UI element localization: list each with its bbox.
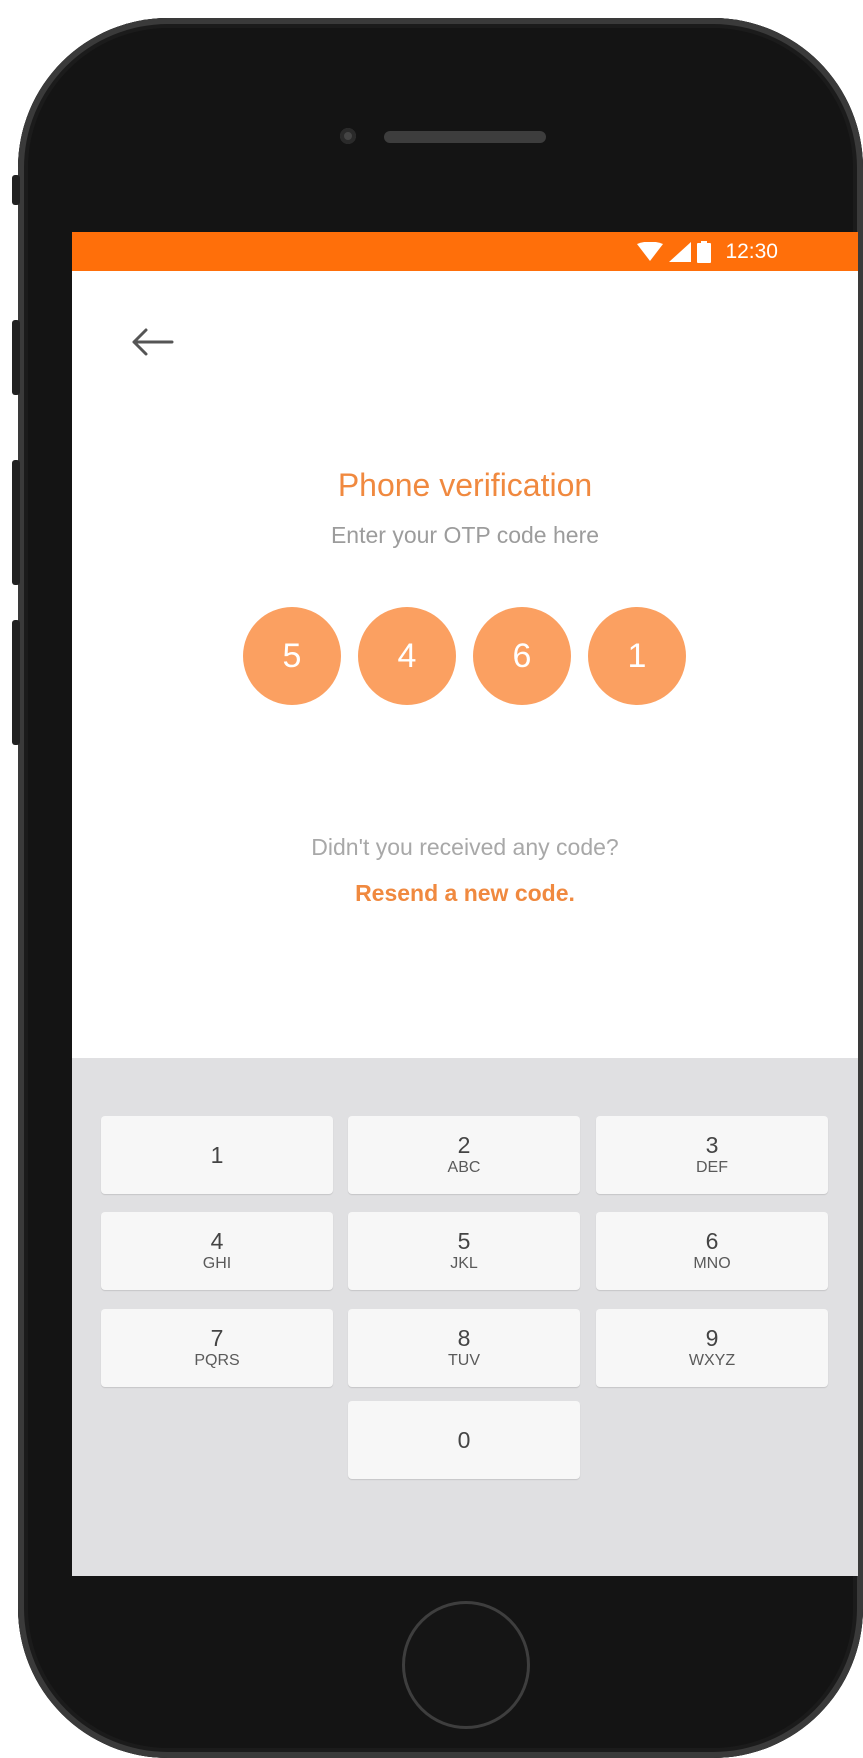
otp-digit-2[interactable]: 4 [358, 607, 456, 705]
mute-switch [12, 175, 20, 205]
key-number: 4 [210, 1228, 224, 1254]
key-letters: TUV [448, 1352, 480, 1369]
battery-icon [697, 240, 712, 263]
speaker-grille [384, 131, 546, 143]
arrow-left-icon [132, 328, 174, 356]
key-number: 1 [210, 1142, 224, 1168]
status-icons: 12:30 [637, 238, 778, 265]
key-6[interactable]: 6 MNO [596, 1212, 828, 1290]
key-letters: WXYZ [688, 1352, 736, 1369]
otp-digit-3[interactable]: 6 [473, 607, 571, 705]
wifi-icon [637, 241, 664, 261]
key-8[interactable]: 8 TUV [348, 1309, 580, 1387]
key-number: 3 [705, 1132, 719, 1158]
key-9[interactable]: 9 WXYZ [596, 1309, 828, 1387]
key-number: 7 [210, 1325, 224, 1351]
key-5[interactable]: 5 JKL [348, 1212, 580, 1290]
otp-digit-1[interactable]: 5 [243, 607, 341, 705]
page-subtitle: Enter your OTP code here [330, 522, 600, 548]
key-letters: JKL [450, 1255, 478, 1272]
volume-up-button [12, 320, 20, 395]
back-button[interactable] [122, 312, 182, 372]
otp-digit-4[interactable]: 1 [588, 607, 686, 705]
key-number: 9 [705, 1325, 719, 1351]
home-button[interactable] [402, 1601, 530, 1729]
numeric-keypad: 1 2 ABC 3 DEF 4 GHI 5 JKL 6 MNO 7 PQRS 8… [72, 1058, 858, 1576]
key-number: 2 [457, 1132, 471, 1158]
front-camera [340, 128, 356, 144]
status-time: 12:30 [725, 239, 778, 263]
key-4[interactable]: 4 GHI [101, 1212, 333, 1290]
key-letters: ABC [447, 1159, 481, 1176]
key-number: 8 [457, 1325, 471, 1351]
status-bar: 12:30 [72, 232, 858, 271]
key-number: 6 [705, 1228, 719, 1254]
key-letters: MNO [693, 1255, 731, 1272]
key-letters: GHI [202, 1255, 232, 1272]
side-button [12, 620, 20, 745]
no-code-text: Didn't you received any code? [311, 834, 619, 860]
key-1[interactable]: 1 [101, 1116, 333, 1194]
key-number: 0 [457, 1427, 471, 1453]
volume-down-button [12, 460, 20, 585]
key-0[interactable]: 0 [348, 1401, 580, 1479]
key-2[interactable]: 2 ABC [348, 1116, 580, 1194]
key-3[interactable]: 3 DEF [596, 1116, 828, 1194]
key-letters: PQRS [194, 1352, 240, 1369]
key-7[interactable]: 7 PQRS [101, 1309, 333, 1387]
key-number: 5 [457, 1228, 471, 1254]
phone-frame: 12:30 Phone verification Enter your OTP … [18, 18, 863, 1758]
page-title: Phone verification [337, 467, 593, 503]
signal-icon [669, 241, 692, 262]
resend-code-link[interactable]: Resend a new code. [72, 880, 858, 907]
key-letters: DEF [696, 1159, 728, 1176]
otp-input-group: 5 4 6 1 [243, 607, 686, 705]
phone-screen: 12:30 Phone verification Enter your OTP … [72, 232, 858, 1576]
